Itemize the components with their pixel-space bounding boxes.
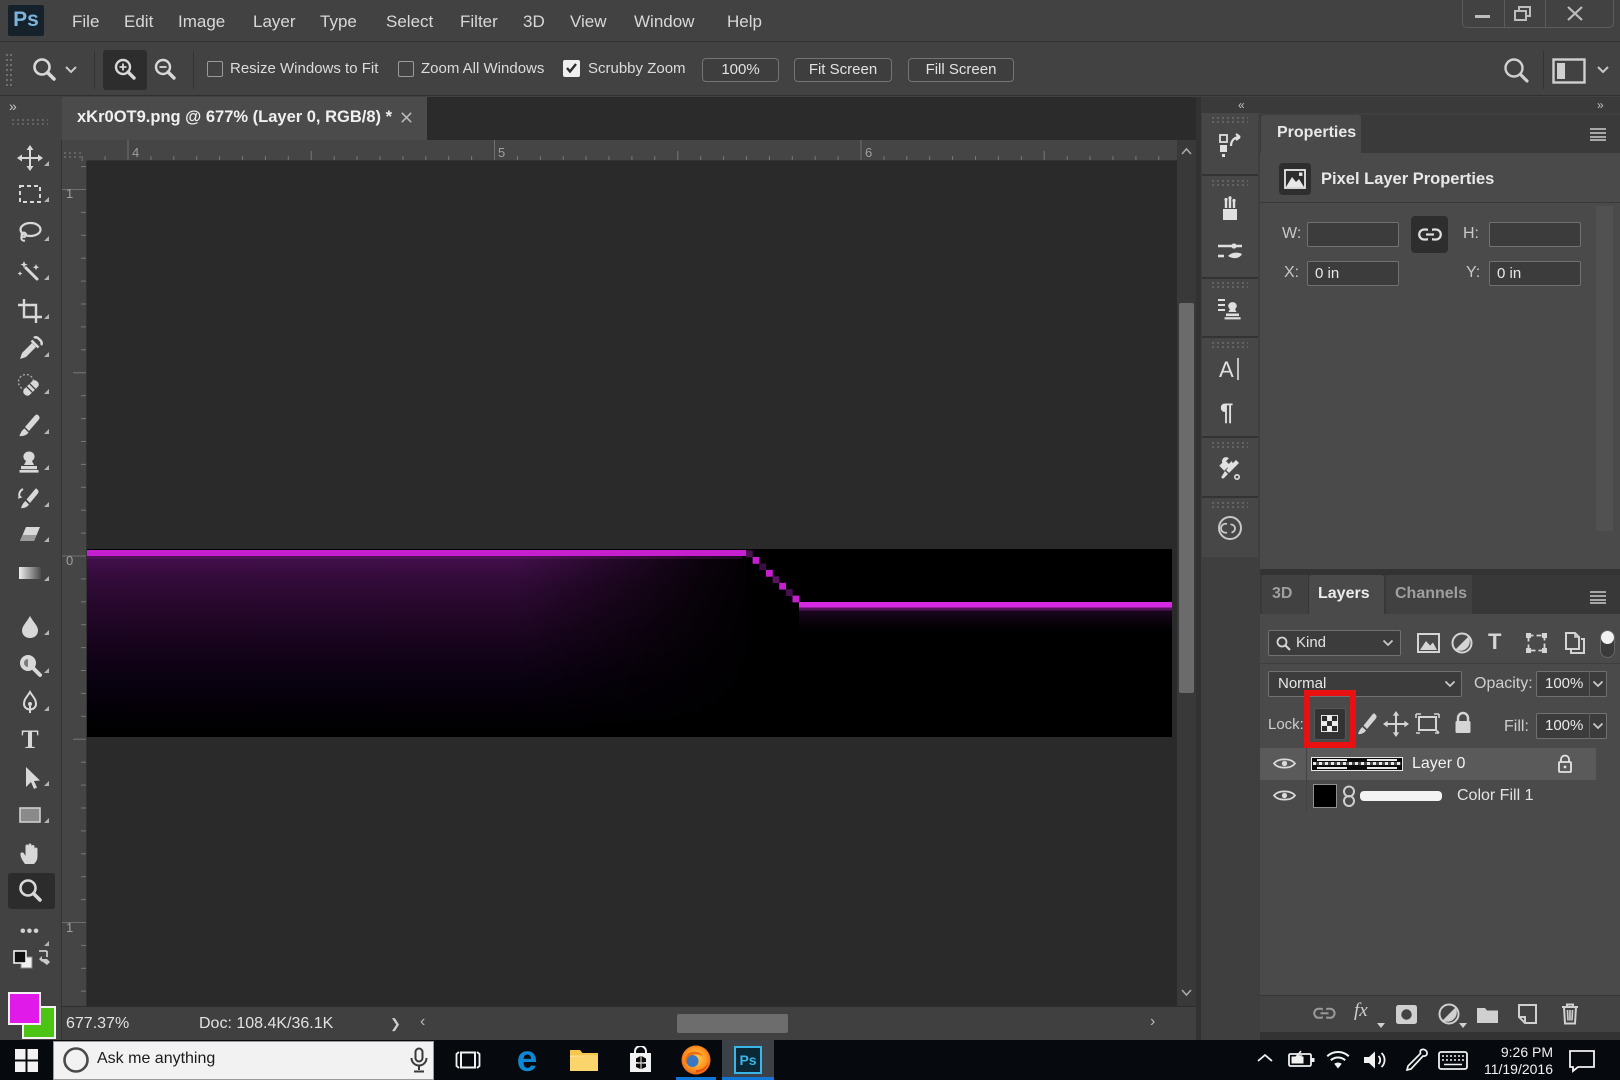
svg-text:¶: ¶ bbox=[1220, 399, 1233, 426]
svg-text:T: T bbox=[21, 727, 38, 753]
svg-text:5: 5 bbox=[498, 145, 505, 160]
svg-text:4: 4 bbox=[132, 145, 139, 160]
svg-text:0: 0 bbox=[66, 553, 73, 568]
svg-text:A: A bbox=[1219, 357, 1234, 382]
svg-text:1: 1 bbox=[66, 186, 73, 201]
svg-text:1: 1 bbox=[66, 920, 73, 935]
svg-text:6: 6 bbox=[865, 145, 872, 160]
